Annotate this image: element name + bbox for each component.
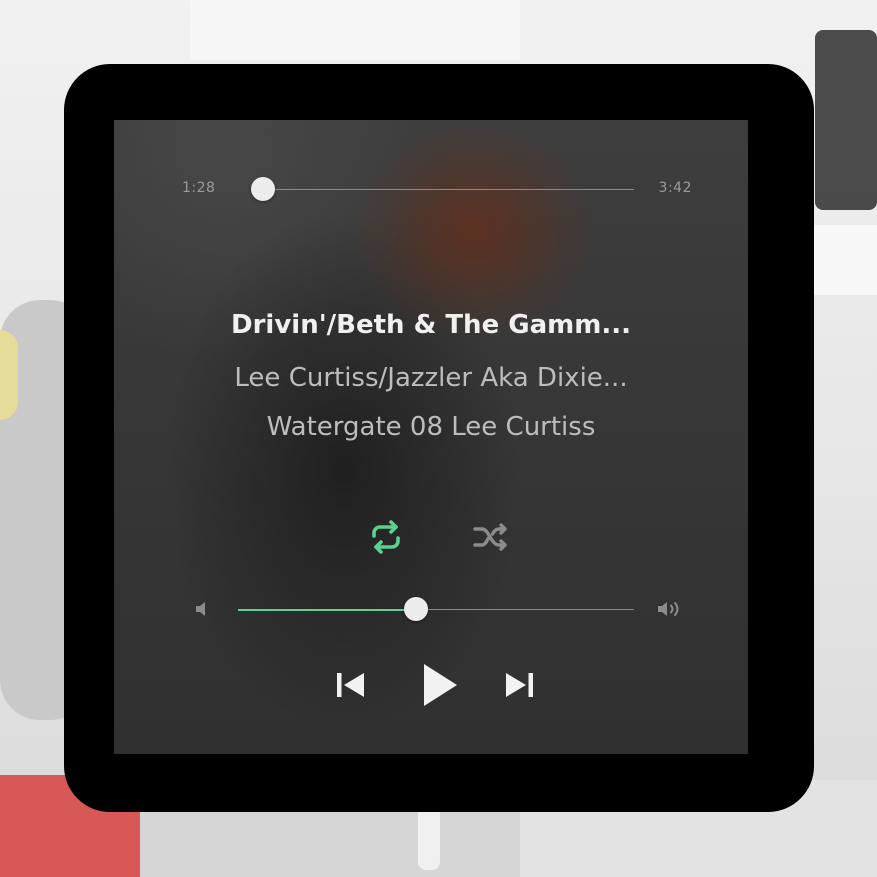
background-object [815, 30, 877, 210]
track-album: Watergate 08 Lee Curtiss [266, 412, 596, 442]
volume-fill [238, 609, 417, 611]
shuffle-icon [473, 523, 507, 551]
volume-low-icon [196, 602, 205, 616]
skip-previous-icon [337, 673, 364, 697]
now-playing-screen: 1:28 3:42 Drivin'/Beth & The Gamm... Lee… [114, 120, 748, 754]
play-icon [424, 664, 457, 706]
next-track-button[interactable] [500, 668, 538, 702]
play-button[interactable] [416, 660, 462, 710]
background-cushion [0, 330, 18, 420]
volume-slider[interactable] [238, 597, 634, 621]
repeat-button[interactable] [364, 517, 408, 557]
progress-slider[interactable] [251, 177, 634, 201]
volume-down-button[interactable] [190, 598, 212, 620]
shuffle-button[interactable] [469, 517, 513, 557]
skip-next-icon [506, 673, 533, 697]
background-window [190, 0, 520, 60]
repeat-icon [372, 520, 400, 554]
volume-thumb[interactable] [404, 597, 429, 621]
track-artist: Lee Curtiss/Jazzler Aka Dixie... [234, 363, 628, 393]
volume-up-button[interactable] [654, 598, 688, 620]
total-time: 3:42 [658, 180, 692, 196]
volume-high-icon [658, 602, 679, 616]
touch-panel-device: 1:28 3:42 Drivin'/Beth & The Gamm... Lee… [64, 64, 814, 812]
previous-track-button[interactable] [332, 668, 370, 702]
scene: 1:28 3:42 Drivin'/Beth & The Gamm... Lee… [0, 0, 877, 877]
track-title: Drivin'/Beth & The Gamm... [231, 310, 631, 340]
elapsed-time: 1:28 [182, 180, 216, 196]
